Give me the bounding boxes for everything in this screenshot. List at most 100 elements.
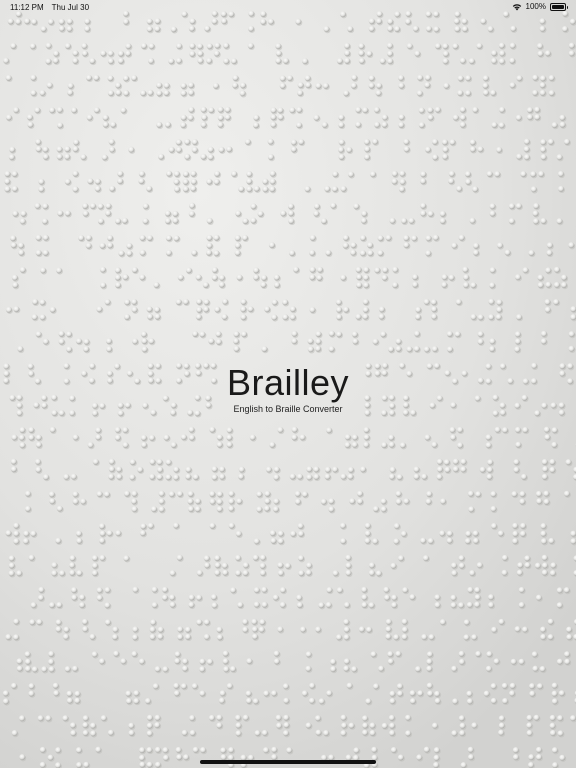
braille-dot	[362, 107, 369, 114]
braille-dot	[189, 729, 196, 736]
braille-dot	[72, 665, 79, 672]
braille-dot	[313, 114, 320, 121]
braille-dot	[96, 491, 103, 498]
braille-dot	[5, 530, 12, 537]
braille-dot	[235, 722, 242, 729]
braille-dot	[374, 267, 381, 274]
home-indicator[interactable]	[200, 760, 376, 764]
braille-dot	[24, 665, 31, 672]
braille-dot	[349, 498, 356, 505]
braille-dot	[82, 715, 89, 722]
braille-dot	[431, 441, 438, 448]
braille-dot	[275, 714, 282, 721]
braille-dot	[35, 466, 42, 473]
braille-dot	[218, 281, 225, 288]
braille-dot	[362, 298, 369, 305]
braille-dot	[42, 203, 49, 210]
braille-dot	[242, 569, 249, 576]
braille-dot	[467, 490, 474, 497]
braille-dot	[200, 106, 207, 113]
braille-dot	[398, 121, 405, 128]
braille-dot	[529, 690, 536, 697]
braille-dot	[187, 490, 194, 497]
braille-dot	[69, 722, 76, 729]
braille-dot	[352, 338, 359, 345]
braille-dot	[537, 274, 544, 281]
braille-dot	[149, 626, 156, 633]
braille-dot	[289, 306, 296, 313]
braille-dot	[514, 346, 521, 353]
braille-dot	[191, 146, 198, 153]
braille-dot	[441, 274, 448, 281]
braille-dot	[345, 562, 352, 569]
braille-dot	[551, 690, 558, 697]
braille-dot	[58, 18, 65, 25]
braille-dot	[24, 505, 31, 512]
braille-dot	[38, 186, 45, 193]
braille-dot	[148, 434, 155, 441]
braille-dot	[450, 434, 457, 441]
braille-dot	[276, 722, 283, 729]
braille-dot	[109, 146, 116, 153]
braille-dot	[24, 658, 31, 665]
braille-dot	[35, 138, 42, 145]
braille-dot	[73, 139, 80, 146]
braille-dot	[522, 426, 529, 433]
braille-dot	[235, 530, 242, 537]
braille-dot	[294, 498, 301, 505]
braille-dot	[454, 331, 461, 338]
braille-dot	[504, 249, 511, 256]
braille-dot	[101, 154, 108, 161]
braille-dot	[42, 153, 49, 160]
braille-dot	[147, 89, 154, 96]
braille-dot	[259, 570, 266, 577]
braille-dot	[250, 203, 257, 210]
braille-dot	[558, 690, 565, 697]
braille-dot	[477, 338, 484, 345]
braille-dot	[180, 683, 187, 690]
braille-dot	[464, 538, 471, 545]
braille-dot	[72, 57, 79, 64]
braille-dot	[154, 313, 161, 320]
braille-dot	[138, 178, 145, 185]
braille-dot	[512, 754, 519, 761]
braille-dot	[321, 121, 328, 128]
braille-dot	[563, 138, 570, 145]
braille-dot	[10, 235, 17, 242]
braille-dot	[123, 75, 130, 82]
braille-dot	[273, 281, 280, 288]
braille-dot	[35, 441, 42, 448]
braille-dot	[340, 730, 347, 737]
braille-dot	[501, 554, 508, 561]
braille-dot	[282, 57, 289, 64]
braille-dot	[344, 442, 351, 449]
braille-dot	[342, 242, 349, 249]
braille-dot	[523, 138, 530, 145]
braille-dot	[389, 722, 396, 729]
braille-dot	[291, 434, 298, 441]
braille-dot	[318, 698, 325, 705]
braille-dot	[498, 122, 505, 129]
braille-dot	[211, 474, 218, 481]
braille-dot	[377, 250, 384, 257]
braille-dot	[515, 114, 522, 121]
braille-dot	[401, 618, 408, 625]
braille-dot	[67, 82, 74, 89]
braille-dot	[123, 555, 130, 562]
braille-dot	[13, 634, 20, 641]
braille-dot	[343, 658, 350, 665]
braille-dot	[347, 466, 354, 473]
braille-dot	[108, 458, 115, 465]
braille-dot	[382, 267, 389, 274]
braille-dot	[24, 651, 31, 658]
braille-dot	[180, 114, 187, 121]
braille-dot	[13, 306, 20, 313]
braille-dot	[516, 153, 523, 160]
braille-dot	[545, 281, 552, 288]
braille-dot	[296, 602, 303, 609]
braille-dot	[192, 746, 199, 753]
braille-dot	[95, 434, 102, 441]
braille-dot	[151, 586, 158, 593]
braille-dot	[197, 50, 204, 57]
braille-dot	[390, 562, 397, 569]
